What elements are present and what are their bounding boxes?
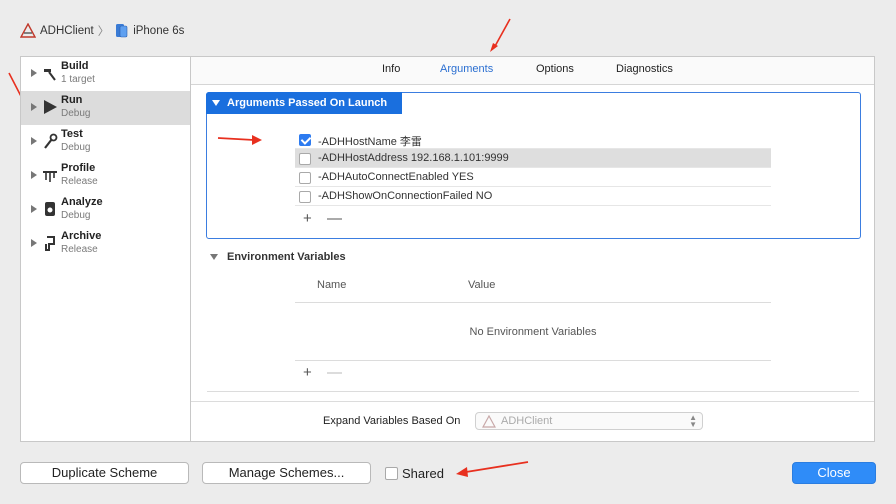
disclosure-triangle-icon[interactable] [31, 69, 37, 77]
sidebar-item-profile[interactable]: Profile Release [21, 159, 190, 193]
xcode-app-icon [20, 23, 36, 38]
disclosure-triangle-icon[interactable] [212, 100, 220, 106]
sidebar-item-analyze[interactable]: Analyze Debug [21, 193, 190, 227]
sidebar-item-build[interactable]: Build 1 target [21, 57, 190, 91]
sidebar-item-title: Profile [61, 162, 96, 174]
disclosure-triangle-icon[interactable] [31, 171, 37, 179]
disclosure-triangle-icon[interactable] [31, 239, 37, 247]
argument-row[interactable]: -ADHAutoConnectEnabled YES [295, 168, 771, 187]
tab-diagnostics[interactable]: Diagnostics [616, 63, 673, 75]
sidebar-item-archive[interactable]: Archive Release [21, 227, 190, 261]
tab-options[interactable]: Options [536, 63, 574, 75]
iphone-device-icon [116, 24, 128, 38]
sidebar-item-title: Archive [61, 230, 102, 242]
expand-variables-value: ADHClient [501, 415, 553, 427]
argument-text[interactable]: -ADHHostAddress 192.168.1.101:9999 [318, 152, 509, 164]
sidebar-item-title: Analyze [61, 196, 103, 208]
argument-enabled-checkbox[interactable] [299, 172, 311, 184]
sidebar-item-subtitle: Release [61, 244, 98, 255]
breadcrumb-project[interactable]: ADHClient [40, 25, 94, 37]
divider [295, 302, 771, 303]
divider [207, 391, 859, 392]
sidebar-item-subtitle: Debug [61, 108, 91, 119]
tab-bar: Info Arguments Options Diagnostics [191, 57, 874, 85]
remove-env-variable-button[interactable]: — [327, 364, 342, 381]
tab-info[interactable]: Info [382, 63, 400, 75]
tab-arguments[interactable]: Arguments [440, 63, 493, 75]
sidebar-item-subtitle: 1 target [61, 74, 95, 85]
annotation-arrow-tab [490, 18, 511, 52]
argument-row[interactable]: -ADHHostAddress 192.168.1.101:9999 [295, 149, 771, 168]
shared-checkbox[interactable] [385, 467, 398, 480]
column-header-name[interactable]: Name [317, 279, 346, 291]
expand-variables-label: Expand Variables Based On [323, 415, 461, 427]
argument-text[interactable]: -ADHAutoConnectEnabled YES [318, 171, 474, 183]
sidebar-item-title: Build [61, 60, 89, 72]
disclosure-triangle-icon[interactable] [31, 103, 37, 111]
sidebar-item-subtitle: Debug [61, 210, 91, 221]
wrench-icon [44, 133, 58, 149]
annotation-arrow-shared [456, 461, 529, 477]
sidebar-item-run[interactable]: Run Debug [21, 91, 190, 125]
environment-section-title: Environment Variables [227, 251, 346, 263]
instruments-icon [43, 171, 57, 182]
disclosure-triangle-icon[interactable] [31, 205, 37, 213]
disclosure-triangle-icon[interactable] [210, 254, 218, 260]
column-header-value[interactable]: Value [468, 279, 495, 291]
play-icon [44, 100, 57, 114]
argument-text[interactable]: -ADHShowOnConnectionFailed NO [318, 190, 492, 202]
analyze-icon [45, 202, 55, 216]
add-argument-button[interactable]: + [303, 210, 312, 227]
disclosure-triangle-icon[interactable] [31, 137, 37, 145]
sidebar-item-subtitle: Release [61, 176, 98, 187]
sidebar-item-subtitle: Debug [61, 142, 91, 153]
sidebar-item-title: Run [61, 94, 83, 106]
argument-enabled-checkbox[interactable] [299, 153, 311, 165]
divider [295, 360, 771, 361]
sidebar-item-test[interactable]: Test Debug [21, 125, 190, 159]
arguments-section-header[interactable]: Arguments Passed On Launch [206, 92, 402, 114]
annotation-arrow-argument [217, 135, 262, 145]
sidebar-item-title: Test [61, 128, 83, 140]
chevron-up-down-icon: ▲ ▼ [689, 413, 697, 429]
arguments-section-title: Arguments Passed On Launch [227, 97, 388, 109]
manage-schemes-button[interactable]: Manage Schemes... [202, 462, 371, 484]
add-env-variable-button[interactable]: + [303, 364, 312, 381]
close-button[interactable]: Close [792, 462, 876, 484]
empty-state-text: No Environment Variables [469, 326, 597, 338]
remove-argument-button[interactable]: — [327, 210, 342, 227]
hammer-icon [44, 69, 56, 81]
argument-row[interactable]: -ADHShowOnConnectionFailed NO [295, 187, 771, 206]
archive-icon [45, 236, 55, 251]
argument-enabled-checkbox[interactable] [299, 134, 311, 146]
argument-row[interactable]: -ADHHostName 李雷 [295, 130, 771, 149]
breadcrumb-device[interactable]: iPhone 6s [133, 25, 184, 37]
chevron-right-icon: 〉 [97, 26, 110, 38]
duplicate-scheme-button[interactable]: Duplicate Scheme [20, 462, 189, 484]
expand-variables-popup[interactable]: ADHClient ▲ ▼ [475, 412, 703, 430]
breadcrumb: ADHClient 〉 iPhone 6s [20, 22, 184, 40]
app-target-icon [482, 415, 496, 428]
argument-text[interactable]: -ADHHostName 李雷 [318, 133, 422, 149]
argument-enabled-checkbox[interactable] [299, 191, 311, 203]
divider [191, 401, 874, 402]
shared-label[interactable]: Shared [402, 466, 444, 481]
